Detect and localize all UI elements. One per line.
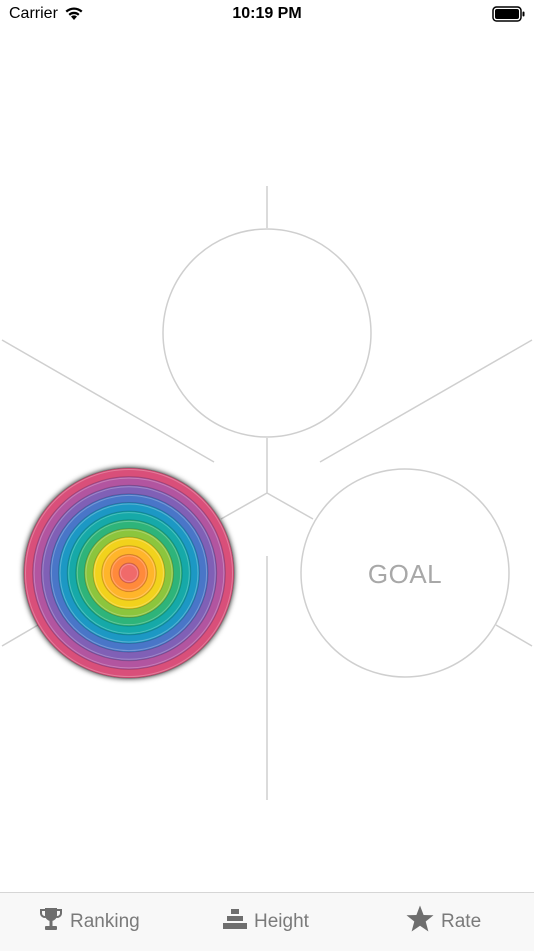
tab-ranking[interactable]: Ranking: [38, 893, 140, 951]
board-line-center-left: [220, 492, 268, 520]
tab-rate-label: Rate: [441, 911, 482, 932]
goal-label[interactable]: GOAL: [301, 470, 509, 678]
tab-ranking-label: Ranking: [70, 911, 140, 932]
tab-height[interactable]: Height: [222, 893, 309, 951]
board-line-upper-left: [1, 339, 215, 463]
stack-icon: [222, 906, 254, 938]
tab-height-label: Height: [254, 911, 309, 932]
tab-bar: Ranking Height Rate: [0, 892, 534, 951]
board-line-lower-left: [1, 624, 39, 647]
ring-12: [118, 562, 140, 584]
star-icon: [405, 904, 441, 940]
ring-stack[interactable]: [23, 467, 235, 679]
top-slot[interactable]: [162, 228, 372, 438]
tab-rate[interactable]: Rate: [405, 893, 481, 951]
game-board: [1, 186, 533, 800]
trophy-icon: [38, 906, 70, 938]
board-line-upper-right: [319, 339, 533, 463]
